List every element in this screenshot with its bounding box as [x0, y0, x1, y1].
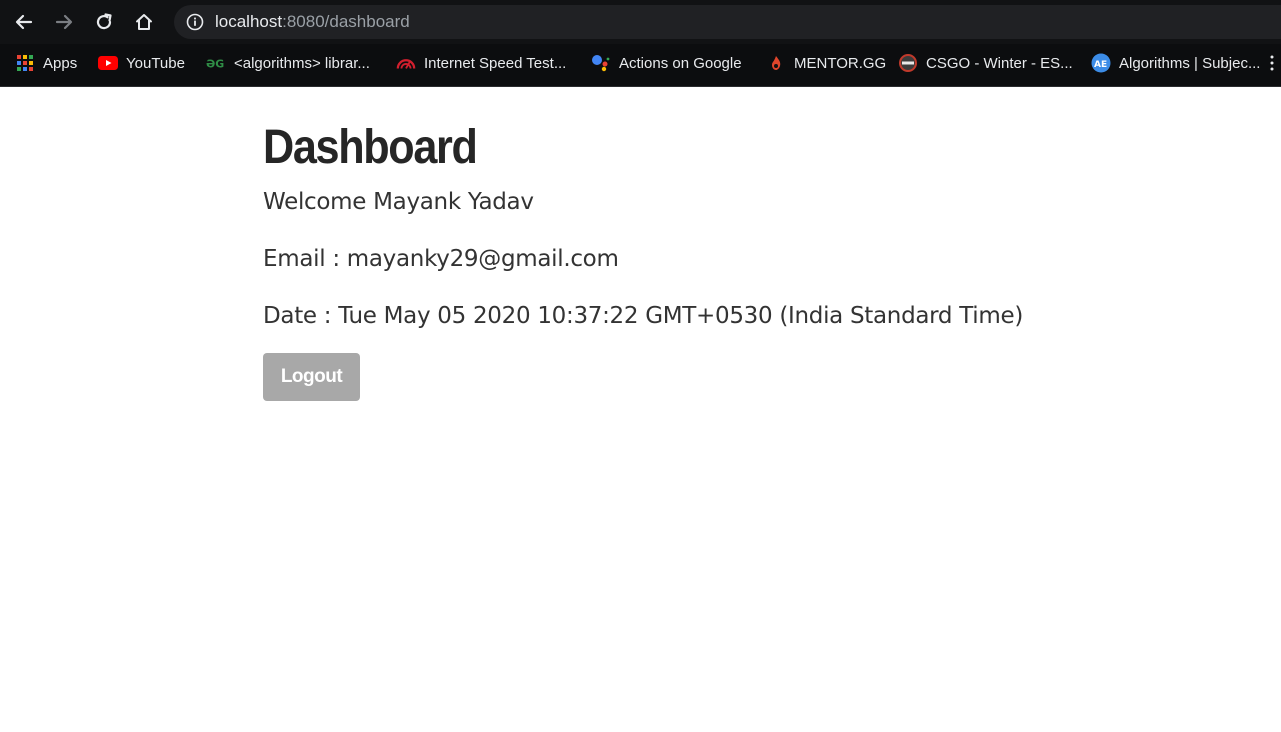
info-icon[interactable] [186, 13, 204, 31]
more-bookmarks-icon[interactable] [1269, 54, 1275, 72]
url-host: localhost [215, 12, 283, 31]
bookmarks-bar: Apps YouTube ƏG <algorithms> librar... I… [0, 44, 1281, 87]
csgo-icon [898, 53, 918, 73]
page-title: Dashboard [263, 121, 478, 174]
bookmark-label: CSGO - Winter - ES... [926, 54, 1073, 72]
forward-button[interactable] [50, 8, 78, 36]
user-email: Email : mayanky29@gmail.com [263, 246, 619, 272]
url-path: :8080/dashboard [282, 12, 410, 31]
arrow-left-icon [15, 14, 33, 30]
youtube-icon [98, 53, 118, 73]
bookmark-label: Actions on Google [619, 54, 742, 72]
back-button[interactable] [10, 8, 38, 36]
bookmark-algorithms-library[interactable]: ƏG <algorithms> librar... [206, 44, 370, 82]
bookmark-csgo-winter[interactable]: CSGO - Winter - ES... [898, 44, 1073, 82]
svg-text:AE: AE [1094, 60, 1107, 70]
apps-grid-icon [15, 53, 35, 73]
current-date: Date : Tue May 05 2020 10:37:22 GMT+0530… [263, 303, 1023, 329]
bookmark-apps[interactable]: Apps [15, 44, 77, 82]
bookmark-label: Algorithms | Subjec... [1119, 54, 1261, 72]
reload-icon [96, 13, 112, 30]
welcome-message: Welcome Mayank Yadav [263, 189, 534, 215]
bookmark-speed-test[interactable]: Internet Speed Test... [396, 44, 566, 82]
geeksforgeeks-icon: ƏG [206, 53, 226, 73]
address-bar[interactable]: localhost:8080/dashboard [174, 5, 1281, 39]
home-button[interactable] [130, 8, 158, 36]
mentor-gg-icon [766, 53, 786, 73]
browser-toolbar: localhost:8080/dashboard [0, 0, 1281, 44]
arrow-right-icon [55, 14, 73, 30]
bookmark-label: MENTOR.GG [794, 54, 887, 72]
bookmark-mentor-gg[interactable]: MENTOR.GG [766, 44, 886, 82]
home-icon [136, 14, 152, 30]
bookmark-actions-on-google[interactable]: Actions on Google [591, 44, 742, 82]
speedtest-icon [396, 53, 416, 73]
bookmark-youtube[interactable]: YouTube [98, 44, 185, 82]
algorithms-icon: AE [1091, 53, 1111, 73]
bookmark-label: Internet Speed Test... [424, 54, 567, 72]
google-assistant-icon [591, 53, 611, 73]
bookmark-label: Apps [43, 54, 78, 72]
bookmark-algorithms-subject[interactable]: AE Algorithms | Subjec... [1091, 44, 1260, 82]
reload-button[interactable] [90, 8, 118, 36]
bookmark-label: YouTube [126, 54, 185, 72]
logout-button[interactable]: Logout [263, 353, 360, 401]
svg-text:ƏG: ƏG [206, 58, 224, 70]
url-text[interactable]: localhost:8080/dashboard [215, 12, 410, 32]
bookmark-label: <algorithms> librar... [234, 54, 370, 72]
